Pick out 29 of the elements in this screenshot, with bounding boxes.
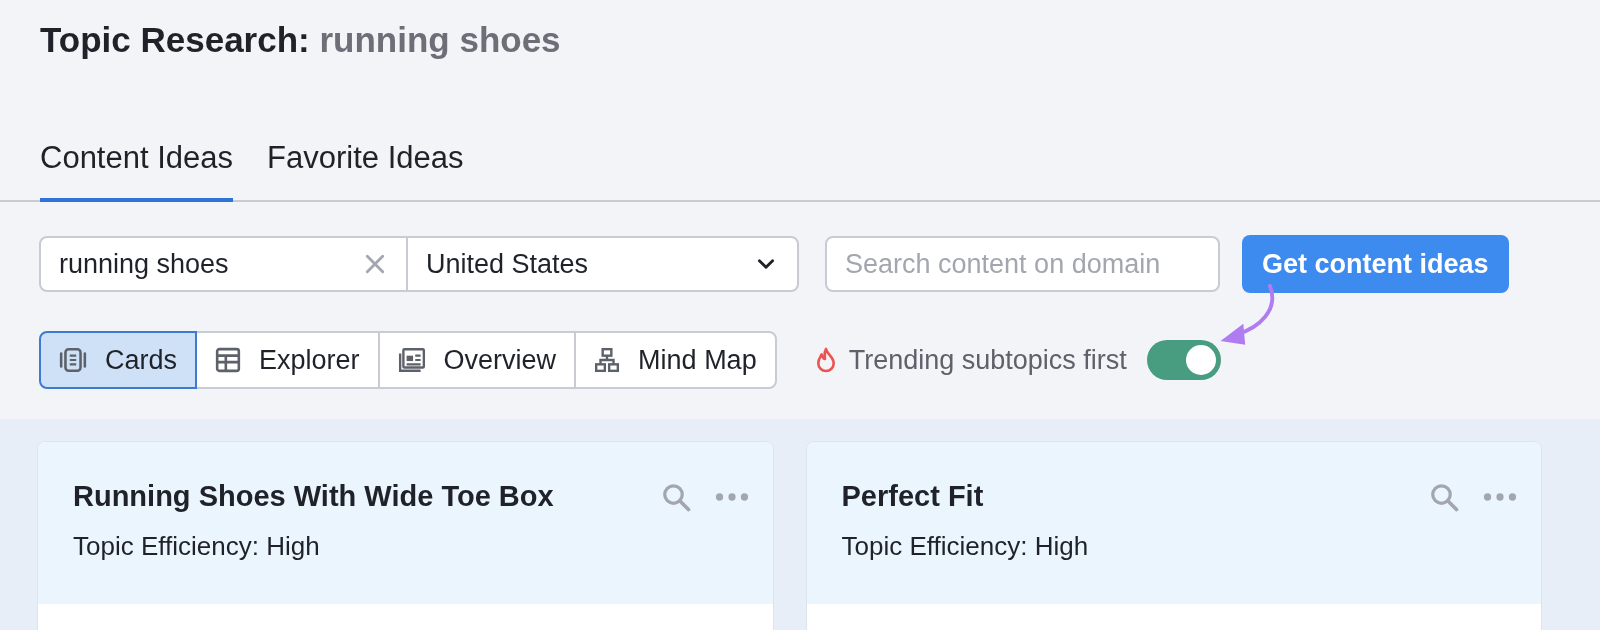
search-icon[interactable] xyxy=(1429,481,1459,512)
topic-efficiency: Topic Efficiency: High xyxy=(841,531,1090,562)
hierarchy-icon xyxy=(594,347,621,373)
keyword-value: running shoes xyxy=(59,248,229,280)
more-icon[interactable] xyxy=(714,491,749,502)
table-icon xyxy=(215,347,242,373)
tab[interactable]: Favorite Ideas xyxy=(267,140,464,202)
cards-icon xyxy=(59,347,87,373)
trending-toggle[interactable] xyxy=(1146,340,1221,380)
newspaper-icon xyxy=(397,347,426,373)
search-icon[interactable] xyxy=(660,481,691,512)
view-button[interactable]: Overview xyxy=(377,331,577,389)
clear-icon[interactable] xyxy=(364,253,386,275)
page-title: Topic Research: xyxy=(40,20,310,59)
country-dropdown[interactable]: United States xyxy=(408,238,797,290)
view-button[interactable]: Explorer xyxy=(195,331,380,389)
keyword-field[interactable]: running shoes xyxy=(41,238,408,290)
tab[interactable]: Content Ideas xyxy=(40,140,234,202)
domain-search-field[interactable]: Search content on domain xyxy=(825,236,1220,292)
view-button[interactable]: Mind Map xyxy=(574,331,777,389)
query-text: running shoes xyxy=(319,20,561,59)
card-title: Running Shoes With Wide Toe Box xyxy=(73,480,554,513)
topic-efficiency: Topic Efficiency: High xyxy=(73,531,321,562)
view-button[interactable]: Cards xyxy=(39,331,198,389)
trending-label: Trending subtopics first xyxy=(848,344,1127,376)
flame-icon xyxy=(814,346,837,374)
country-value: United States xyxy=(426,248,589,280)
more-icon[interactable] xyxy=(1483,491,1517,502)
card-title: Perfect Fit xyxy=(841,480,984,513)
